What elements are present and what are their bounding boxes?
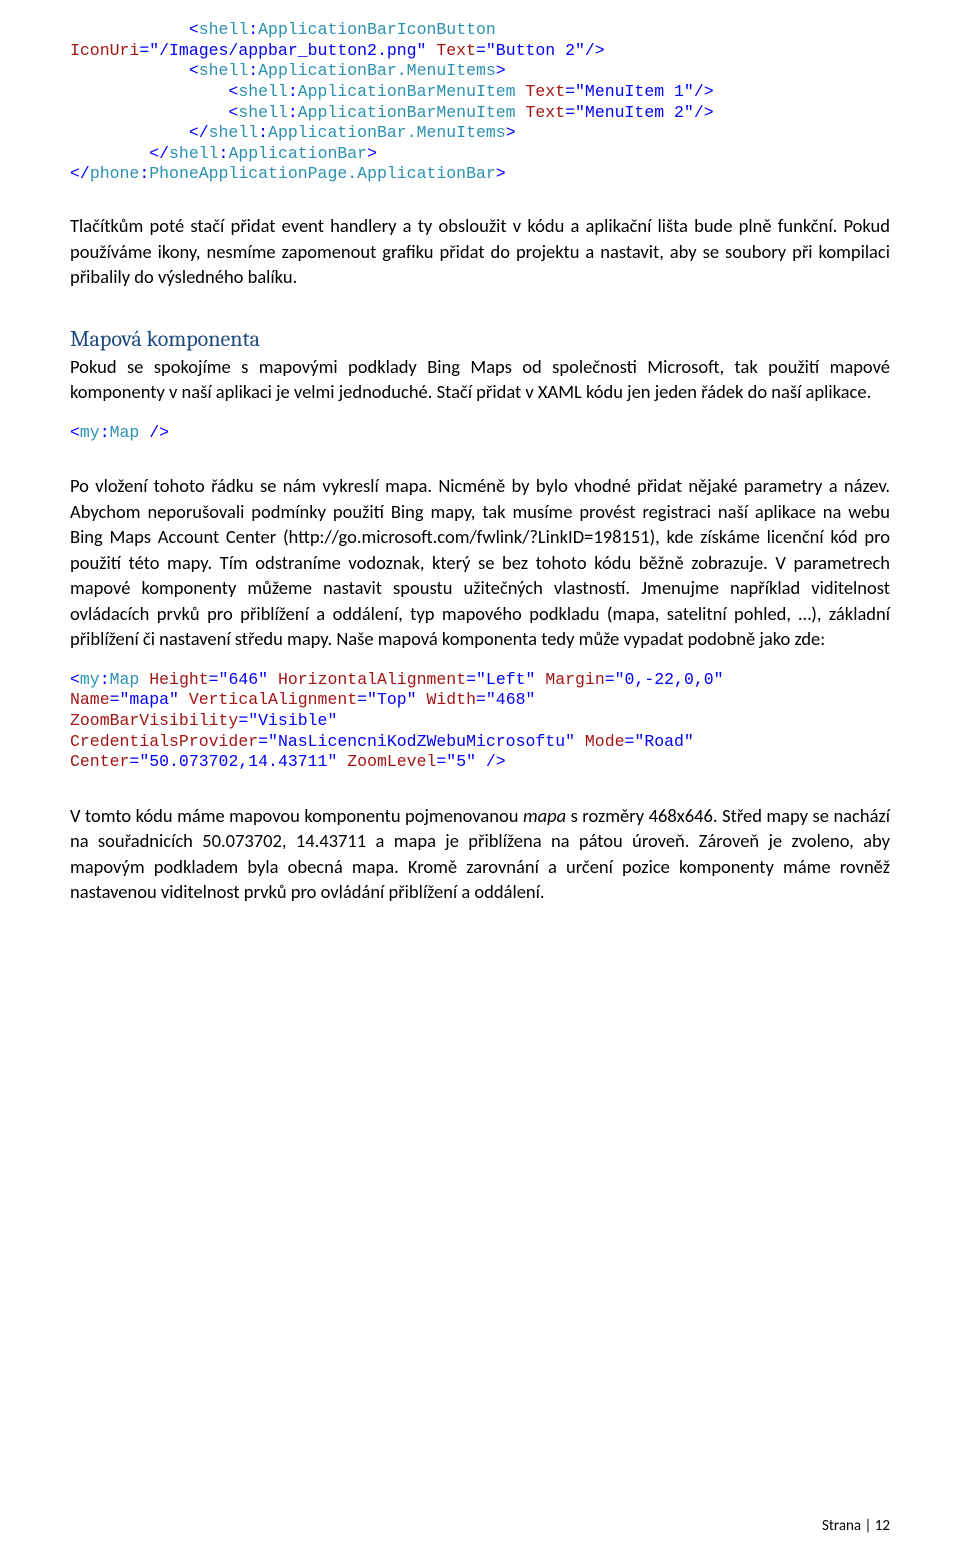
code-token: Height bbox=[139, 670, 208, 689]
code-token: ApplicationBarMenuItem bbox=[298, 82, 516, 101]
code-token: ="MenuItem 1"/> bbox=[565, 82, 714, 101]
code-token: shell bbox=[199, 20, 249, 39]
code-token: : bbox=[100, 423, 110, 442]
code-token: my bbox=[80, 670, 100, 689]
code-token: ZoomBarVisibility bbox=[70, 711, 238, 730]
code-token: ="50.073702,14.43711" bbox=[129, 752, 337, 771]
code-token: CredentialsProvider bbox=[70, 732, 258, 751]
code-token: ApplicationBar.MenuItems bbox=[268, 123, 506, 142]
code-token: ="Top" bbox=[357, 690, 416, 709]
code-token: HorizontalAlignment bbox=[268, 670, 466, 689]
code-token: ="468" bbox=[476, 690, 535, 709]
code-token: > bbox=[496, 164, 506, 183]
code-token: ="5" /> bbox=[436, 752, 505, 771]
code-token: Center bbox=[70, 752, 129, 771]
code-token: shell bbox=[199, 61, 249, 80]
code-token: shell bbox=[169, 144, 219, 163]
code-token: ="Road" bbox=[625, 732, 694, 751]
code-token: Mode bbox=[575, 732, 625, 751]
code-token: : bbox=[288, 103, 298, 122]
code-token: </ bbox=[70, 123, 209, 142]
page-footer: Strana | 12 bbox=[822, 1517, 890, 1535]
code-token: : bbox=[288, 82, 298, 101]
code-token: shell bbox=[238, 82, 288, 101]
italic-mapa: mapa bbox=[523, 804, 566, 827]
code-token: Name bbox=[70, 690, 110, 709]
paragraph-1: Tlačítkům poté stačí přidat event handle… bbox=[70, 213, 890, 290]
code-token: ZoomLevel bbox=[337, 752, 436, 771]
code-token: ="Left" bbox=[466, 670, 535, 689]
code-token: ApplicationBar.MenuItems bbox=[258, 61, 496, 80]
code-token: < bbox=[70, 82, 238, 101]
heading-map-component: Mapová komponenta bbox=[70, 326, 890, 352]
code-token: ="646" bbox=[209, 670, 268, 689]
code-token: ="/Images/appbar_button2.png" bbox=[139, 41, 426, 60]
code-token: Map bbox=[110, 670, 140, 689]
code-token: ="mapa" bbox=[110, 690, 179, 709]
code-token: ApplicationBarIconButton bbox=[258, 20, 496, 39]
paragraph-4: V tomto kódu máme mapovou komponentu poj… bbox=[70, 803, 890, 905]
code-token: > bbox=[506, 123, 516, 142]
code-token: < bbox=[70, 61, 199, 80]
code-token: VerticalAlignment bbox=[179, 690, 357, 709]
code-token: : bbox=[248, 61, 258, 80]
code-token: my bbox=[80, 423, 100, 442]
code-token: > bbox=[496, 61, 506, 80]
code-token: Text bbox=[516, 82, 566, 101]
code-token: ApplicationBar bbox=[228, 144, 367, 163]
code-token: ="Button 2"/> bbox=[476, 41, 605, 60]
code-block-map-full: <my:Map Height="646" HorizontalAlignment… bbox=[70, 670, 890, 773]
code-token: > bbox=[367, 144, 377, 163]
code-token: ="0,-22,0,0" bbox=[605, 670, 724, 689]
code-token: : bbox=[100, 670, 110, 689]
code-token: ="NasLicencniKodZWebuMicrosoftu" bbox=[258, 732, 575, 751]
code-block-appbar: <shell:ApplicationBarIconButton IconUri=… bbox=[70, 20, 890, 185]
code-token: </ bbox=[70, 144, 169, 163]
code-token: </ bbox=[70, 164, 90, 183]
code-token: < bbox=[70, 670, 80, 689]
code-token: phone bbox=[90, 164, 140, 183]
code-token: Map bbox=[110, 423, 140, 442]
code-token: ="MenuItem 2"/> bbox=[565, 103, 714, 122]
code-token: < bbox=[70, 423, 80, 442]
code-token: ApplicationBarMenuItem bbox=[298, 103, 516, 122]
paragraph-2: Pokud se spokojíme s mapovými podklady B… bbox=[70, 354, 890, 405]
text-span: V tomto kódu máme mapovou komponentu poj… bbox=[70, 804, 523, 827]
code-token: shell bbox=[238, 103, 288, 122]
paragraph-3: Po vložení tohoto řádku se nám vykreslí … bbox=[70, 473, 890, 652]
code-token: PhoneApplicationPage.ApplicationBar bbox=[149, 164, 496, 183]
code-token: ="Visible" bbox=[238, 711, 337, 730]
code-token: : bbox=[258, 123, 268, 142]
code-token: Margin bbox=[535, 670, 604, 689]
code-token: < bbox=[70, 103, 238, 122]
code-token: < bbox=[70, 20, 199, 39]
code-token: IconUri bbox=[70, 41, 139, 60]
code-token: Text bbox=[516, 103, 566, 122]
code-token: Text bbox=[426, 41, 476, 60]
code-token: /> bbox=[139, 423, 169, 442]
code-block-map-simple: <my:Map /> bbox=[70, 423, 890, 444]
code-token: shell bbox=[209, 123, 259, 142]
code-token: : bbox=[248, 20, 258, 39]
code-token: : bbox=[219, 144, 229, 163]
code-token: : bbox=[139, 164, 149, 183]
code-token: Width bbox=[417, 690, 476, 709]
